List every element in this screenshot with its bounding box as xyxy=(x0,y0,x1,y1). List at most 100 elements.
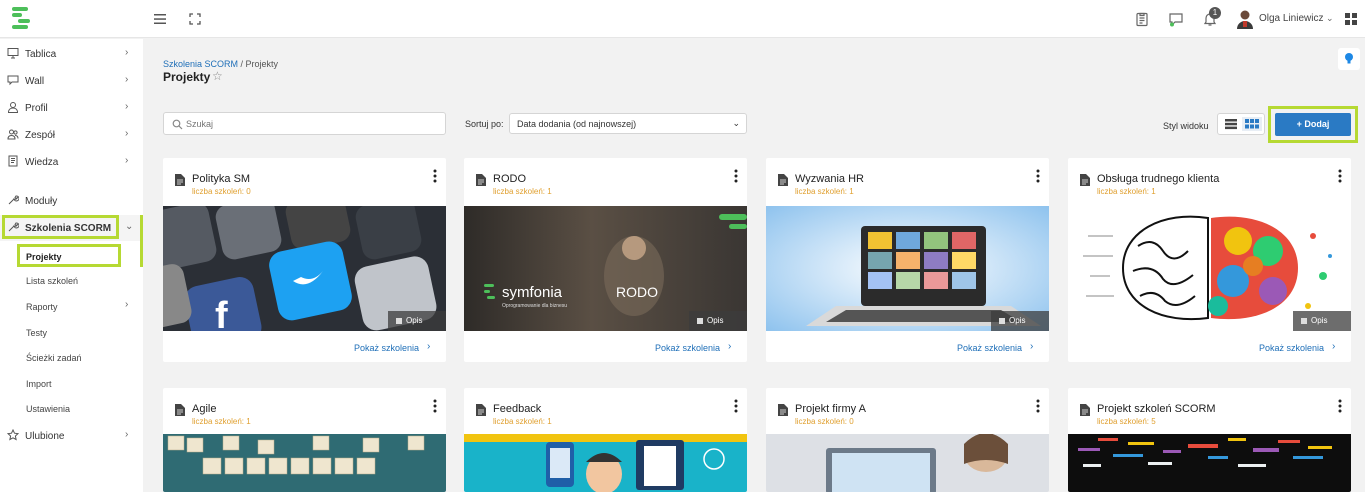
description-button[interactable]: Opis xyxy=(388,311,446,331)
brand-tagline: Oprogramowanie dla biznesu xyxy=(502,303,568,309)
project-card[interactable]: RODO liczba szkoleń: 1 symfonia Oprogram… xyxy=(464,158,747,362)
project-card[interactable]: Feedback liczba szkoleń: 1 xyxy=(464,388,747,492)
list-view-icon[interactable] xyxy=(1221,117,1241,131)
document-icon xyxy=(175,404,185,416)
more-options-icon[interactable] xyxy=(433,399,437,413)
monitor-icon xyxy=(7,48,19,59)
sidebar-subitem-sciezki-zadan[interactable]: Ścieżki zadań xyxy=(26,353,82,363)
user-menu-chevron-icon[interactable]: ⌄ xyxy=(1326,13,1334,24)
sort-label: Sortuj po: xyxy=(465,119,504,129)
more-options-icon[interactable] xyxy=(1036,399,1040,413)
document-icon xyxy=(1080,174,1090,186)
avatar[interactable] xyxy=(1236,9,1254,29)
breadcrumb-link[interactable]: Szkolenia SCORM xyxy=(163,59,238,69)
hint-button[interactable] xyxy=(1338,48,1360,70)
card-image-feedback xyxy=(464,434,747,492)
chevron-down-icon: ⌄ xyxy=(732,118,740,128)
chevron-right-icon[interactable]: › xyxy=(728,341,731,352)
sidebar-item-wall[interactable]: Wall › xyxy=(0,68,143,94)
search-box[interactable] xyxy=(163,112,446,135)
document-icon xyxy=(476,174,486,186)
user-name[interactable]: Olga Liniewicz xyxy=(1259,13,1323,24)
project-card[interactable]: Wyzwania HR liczba szkoleń: 1 Opis Pokaż… xyxy=(766,158,1049,362)
project-card[interactable]: Agile liczba szkoleń: 1 xyxy=(163,388,446,492)
project-card[interactable]: Obsługa trudnego klienta liczba szkoleń:… xyxy=(1068,158,1351,362)
clipboard-icon[interactable] xyxy=(1134,11,1150,27)
more-options-icon[interactable] xyxy=(1036,169,1040,183)
chevron-right-icon[interactable]: › xyxy=(427,341,430,352)
chevron-right-icon: › xyxy=(125,429,129,440)
chevron-right-icon: › xyxy=(125,299,129,310)
document-icon xyxy=(1080,404,1090,416)
description-button[interactable]: Opis xyxy=(991,311,1049,331)
description-label: Opis xyxy=(707,316,724,325)
sidebar-subitem-ustawienia[interactable]: Ustawienia xyxy=(26,404,70,414)
description-button[interactable]: Opis xyxy=(689,311,747,331)
sidebar: Tablica › Wall › Profil › Zespół › Wiedz… xyxy=(0,39,143,492)
svg-text:f: f xyxy=(215,295,228,331)
fullscreen-icon[interactable] xyxy=(187,11,203,27)
sidebar-item-ulubione[interactable]: Ulubione › xyxy=(0,423,143,449)
card-title: Polityka SM xyxy=(192,173,251,185)
project-card[interactable]: Projekt szkoleń SCORM liczba szkoleń: 5 xyxy=(1068,388,1351,492)
description-icon xyxy=(396,318,402,324)
card-title: Agile xyxy=(192,403,217,415)
sidebar-subitem-import[interactable]: Import xyxy=(26,379,52,389)
sidebar-item-moduly[interactable]: Moduły xyxy=(0,188,143,214)
highlight-box xyxy=(17,244,121,267)
chevron-right-icon[interactable]: › xyxy=(1332,341,1335,352)
lightbulb-icon xyxy=(1345,53,1353,64)
sidebar-item-label: Zespół xyxy=(25,130,56,141)
card-image-laptop xyxy=(766,434,1049,492)
more-options-icon[interactable] xyxy=(1338,399,1342,413)
sidebar-item-profil[interactable]: Profil › xyxy=(0,95,143,121)
more-options-icon[interactable] xyxy=(734,169,738,183)
sidebar-item-label: Ulubione xyxy=(25,431,65,442)
chevron-right-icon: › xyxy=(125,155,129,166)
more-options-icon[interactable] xyxy=(734,399,738,413)
sidebar-item-zespol[interactable]: Zespół › xyxy=(0,122,143,148)
book-icon xyxy=(8,155,18,167)
description-icon xyxy=(1301,318,1307,324)
sidebar-subitem-raporty[interactable]: Raporty xyxy=(26,302,58,312)
search-input[interactable] xyxy=(186,117,436,131)
description-icon xyxy=(999,318,1005,324)
sidebar-item-tablica[interactable]: Tablica › xyxy=(0,41,143,67)
menu-icon[interactable] xyxy=(152,11,168,27)
card-count: liczba szkoleń: 1 xyxy=(493,417,552,426)
document-icon xyxy=(476,404,486,416)
apps-grid-icon[interactable] xyxy=(1343,11,1359,27)
chevron-right-icon: › xyxy=(125,101,129,112)
grid-view-icon[interactable] xyxy=(1242,117,1262,131)
sidebar-item-label: Tablica xyxy=(25,49,57,60)
project-card[interactable]: Polityka SM liczba szkoleń: 0 f Opis Pok… xyxy=(163,158,446,362)
sort-select-value: Data dodania (od najnowszej) xyxy=(517,119,637,129)
show-trainings-link[interactable]: Pokaż szkolenia xyxy=(655,343,720,353)
more-options-icon[interactable] xyxy=(1338,169,1342,183)
sort-select[interactable]: Data dodania (od najnowszej) ⌄ xyxy=(509,113,747,134)
project-card[interactable]: Projekt firmy A liczba szkoleń: 0 xyxy=(766,388,1049,492)
card-count: liczba szkoleń: 1 xyxy=(795,187,854,196)
chevron-right-icon[interactable]: › xyxy=(1030,341,1033,352)
view-style-toggle xyxy=(1217,113,1265,135)
description-label: Opis xyxy=(1009,316,1026,325)
more-options-icon[interactable] xyxy=(433,169,437,183)
show-trainings-link[interactable]: Pokaż szkolenia xyxy=(354,343,419,353)
highlight-box xyxy=(1268,106,1358,143)
favorite-star-icon[interactable]: ☆ xyxy=(212,69,223,83)
card-count: liczba szkoleń: 1 xyxy=(1097,187,1156,196)
sidebar-item-label: Wall xyxy=(25,76,45,87)
card-count: liczba szkoleń: 1 xyxy=(192,417,251,426)
page-title: Projekty xyxy=(163,70,211,84)
logo-icon[interactable] xyxy=(10,5,32,31)
notification-badge: 1 xyxy=(1209,7,1221,19)
messages-icon[interactable] xyxy=(1168,11,1184,27)
chevron-right-icon: › xyxy=(125,128,129,139)
card-title: RODO xyxy=(493,173,526,185)
description-button[interactable]: Opis xyxy=(1293,311,1351,331)
sidebar-item-wiedza[interactable]: Wiedza › xyxy=(0,149,143,175)
sidebar-subitem-lista-szkolen[interactable]: Lista szkoleń xyxy=(26,276,78,286)
show-trainings-link[interactable]: Pokaż szkolenia xyxy=(1259,343,1324,353)
sidebar-subitem-testy[interactable]: Testy xyxy=(26,328,47,338)
show-trainings-link[interactable]: Pokaż szkolenia xyxy=(957,343,1022,353)
